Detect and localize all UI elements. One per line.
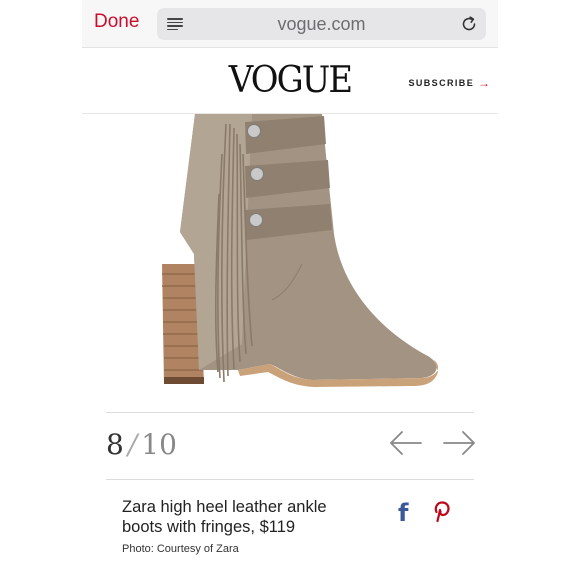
browser-window: Done vogue.com VOGUE SUBSCRIBE → 8 / 10 …: [82, 0, 498, 580]
counter-separator: /: [127, 428, 138, 461]
product-caption: Zara high heel leather ankle boots with …: [122, 498, 327, 536]
divider-top: [106, 412, 474, 413]
subscribe-link[interactable]: SUBSCRIBE →: [408, 75, 490, 90]
site-header: VOGUE SUBSCRIBE →: [82, 48, 498, 114]
facebook-icon[interactable]: f: [398, 499, 408, 527]
url-text: vogue.com: [277, 14, 366, 34]
rivet-2: [250, 167, 264, 181]
browser-toolbar: Done vogue.com: [82, 0, 498, 48]
reload-icon[interactable]: [460, 15, 478, 33]
pinterest-icon[interactable]: [430, 499, 452, 523]
left-margin: [0, 0, 82, 580]
right-margin: [498, 0, 580, 580]
total-slides: 10: [141, 428, 177, 461]
address-bar[interactable]: vogue.com: [157, 8, 486, 40]
arrow-right-icon: →: [478, 76, 490, 90]
rivet-1: [247, 124, 261, 138]
photo-credit: Photo: Courtesy of Zara: [122, 543, 239, 555]
subscribe-label: SUBSCRIBE: [408, 78, 475, 88]
gallery-counter: 8/10: [106, 428, 177, 461]
product-image: [162, 114, 439, 387]
divider-bottom: [106, 479, 474, 480]
done-button[interactable]: Done: [94, 11, 139, 33]
current-slide: 8: [106, 428, 124, 461]
next-arrow-icon[interactable]: [442, 430, 476, 456]
rivet-3: [249, 213, 263, 227]
previous-arrow-icon[interactable]: [389, 430, 423, 456]
